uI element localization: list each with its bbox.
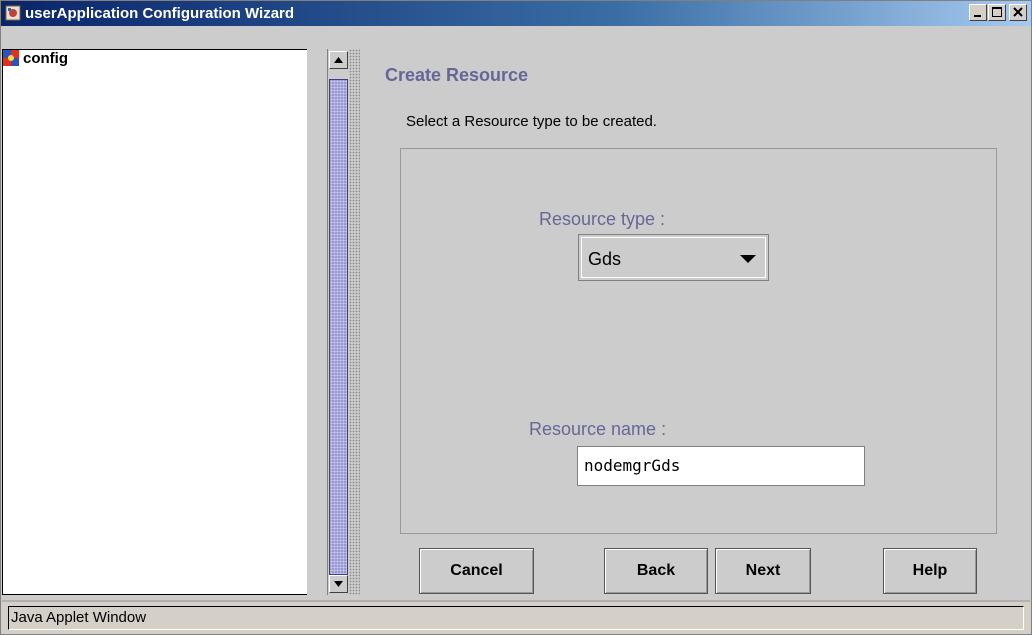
resource-type-value: Gds bbox=[588, 249, 622, 269]
page-title: Create Resource bbox=[385, 65, 529, 85]
app-icon bbox=[5, 5, 21, 21]
cancel-button[interactable]: Cancel bbox=[419, 548, 534, 594]
next-button[interactable]: Next bbox=[715, 548, 811, 594]
wizard-window: userApplication Configuration Wizard con… bbox=[0, 0, 1032, 635]
minimize-button[interactable] bbox=[969, 4, 987, 21]
close-button[interactable] bbox=[1009, 4, 1027, 21]
tree-scrollbar[interactable] bbox=[327, 49, 349, 595]
maximize-icon bbox=[992, 7, 1002, 17]
resource-type-select-frame: Gds bbox=[581, 237, 766, 278]
scroll-up-button[interactable] bbox=[329, 51, 348, 69]
back-button[interactable]: Back bbox=[604, 548, 708, 594]
resource-name-label: Resource name : bbox=[529, 419, 667, 439]
status-text: Java Applet Window bbox=[8, 606, 1024, 630]
split-pane-divider[interactable] bbox=[349, 49, 360, 595]
maximize-button[interactable] bbox=[988, 4, 1006, 21]
arrow-down-icon bbox=[334, 581, 343, 587]
scrollbar-thumb[interactable] bbox=[329, 79, 348, 575]
help-button[interactable]: Help bbox=[883, 548, 977, 594]
close-icon bbox=[1013, 7, 1023, 17]
instructions-text: Select a Resource type to be created. bbox=[406, 113, 657, 130]
scroll-down-button[interactable] bbox=[329, 575, 348, 593]
config-folder-icon bbox=[3, 50, 19, 66]
window-title: userApplication Configuration Wizard bbox=[25, 5, 295, 22]
status-bar: Java Applet Window bbox=[2, 600, 1030, 634]
resource-type-label: Resource type : bbox=[539, 209, 666, 229]
title-bar[interactable]: userApplication Configuration Wizard bbox=[1, 1, 1031, 26]
chevron-down-icon bbox=[740, 255, 756, 263]
resource-type-select[interactable]: Gds bbox=[578, 234, 769, 281]
resource-tree[interactable]: config bbox=[2, 49, 307, 595]
arrow-up-icon bbox=[334, 57, 343, 63]
tree-item-label: config bbox=[23, 50, 68, 67]
minimize-icon bbox=[974, 15, 981, 17]
resource-name-input[interactable]: nodemgrGds bbox=[577, 446, 865, 486]
